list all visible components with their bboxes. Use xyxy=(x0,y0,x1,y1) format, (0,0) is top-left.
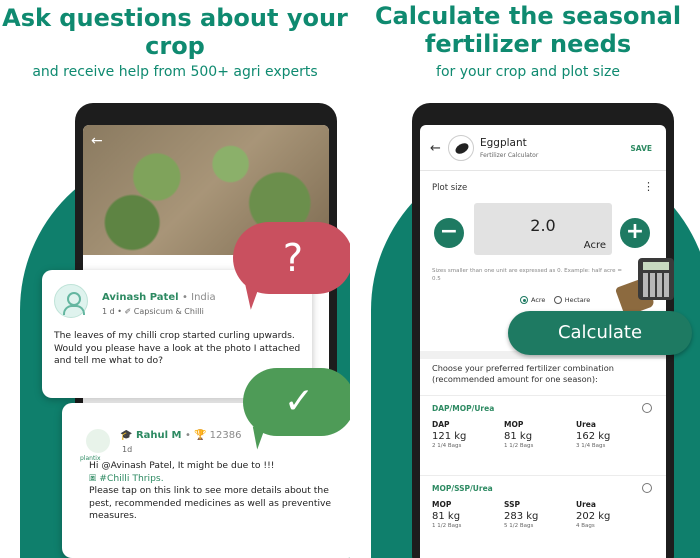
calculator-icon xyxy=(638,258,674,300)
choose-combination-text: Choose your preferred fertilizer combina… xyxy=(432,363,614,384)
hectare-radio[interactable]: Hectare xyxy=(553,296,590,304)
calculator-subtitle: Fertilizer Calculator xyxy=(480,152,539,159)
post-meta: 1 d • ✐ Capsicum & Chilli xyxy=(102,307,204,316)
plot-size-field[interactable]: 2.0 Acre xyxy=(474,203,612,255)
save-button[interactable]: SAVE xyxy=(630,144,652,153)
plot-size-value: 2.0 xyxy=(530,216,556,235)
graduation-cap-icon: 🎓 xyxy=(120,430,133,441)
unit-selector: Acre Hectare xyxy=(520,296,590,304)
plantix-logo xyxy=(86,429,110,453)
combo-title: DAP/MOP/Urea xyxy=(432,404,495,413)
crop-name: Eggplant xyxy=(480,137,527,149)
combo-option[interactable]: DAP/MOP/Urea DAP 121 kg 2 1/4 Bags MOP 8… xyxy=(420,395,666,465)
fertilizer-item: SSP 283 kg 5 1/2 Bags xyxy=(504,500,539,529)
right-subheadline: for your crop and plot size xyxy=(436,64,620,80)
back-arrow-icon[interactable]: ← xyxy=(430,141,441,156)
post-author[interactable]: Avinash Patel xyxy=(102,292,179,303)
right-headline: Calculate the seasonal fertilizer needs xyxy=(374,2,682,58)
reply-age: 1d xyxy=(122,445,133,454)
reply-author[interactable]: Rahul M xyxy=(136,430,182,441)
size-hint: Sizes smaller than one unit are expresse… xyxy=(432,268,622,282)
plot-size-label: Plot size xyxy=(432,183,468,193)
fertilizer-item: Urea 202 kg 4 Bags xyxy=(576,500,611,529)
combo-option[interactable]: MOP/SSP/Urea MOP 81 kg 1 1/2 Bags SSP 28… xyxy=(420,475,666,545)
radio-empty-icon xyxy=(553,296,562,304)
reply-points: • 🏆 12386 xyxy=(184,430,242,441)
left-subheadline: and receive help from 500+ agri experts xyxy=(32,64,318,80)
combo-radio[interactable] xyxy=(642,483,652,493)
question-bubble: ? xyxy=(233,222,350,294)
more-options-icon[interactable]: ⋮ xyxy=(643,180,654,193)
fertilizer-item: DAP 121 kg 2 1/4 Bags xyxy=(432,420,467,449)
avatar xyxy=(54,284,88,318)
radio-selected-icon xyxy=(520,296,528,304)
increase-button[interactable]: + xyxy=(620,218,650,248)
right-promo-panel: Calculate the seasonal fertilizer needs … xyxy=(356,0,700,558)
decrease-button[interactable]: − xyxy=(434,218,464,248)
app-bar: ← Eggplant Fertilizer Calculator SAVE xyxy=(420,125,666,171)
left-headline: Ask questions about your crop xyxy=(2,4,348,60)
check-bubble: ✓ xyxy=(243,368,350,436)
pest-tag-link[interactable]: 🞖 #Chilli Thrips. xyxy=(89,473,350,486)
reply-text: Please tap on this link to see more deta… xyxy=(89,485,332,521)
back-arrow-icon[interactable]: ← xyxy=(91,133,103,149)
fertilizer-item: MOP 81 kg 1 1/2 Bags xyxy=(432,500,462,529)
fertilizer-item: Urea 162 kg 3 1/4 Bags xyxy=(576,420,611,449)
calculate-button[interactable]: Calculate xyxy=(508,311,692,355)
post-text: The leaves of my chilli crop started cur… xyxy=(54,330,301,366)
plot-size-unit: Acre xyxy=(583,240,606,251)
post-location: • India xyxy=(182,292,216,303)
acre-radio[interactable]: Acre xyxy=(520,296,545,304)
eggplant-icon xyxy=(448,135,474,161)
reply-body: Hi @Avinash Patel, It might be due to !!… xyxy=(89,460,350,523)
reply-line1: Hi @Avinash Patel, It might be due to !!… xyxy=(89,460,275,471)
combo-title: MOP/SSP/Urea xyxy=(432,484,493,493)
left-promo-panel: Ask questions about your crop and receiv… xyxy=(0,0,350,558)
fertilizer-item: MOP 81 kg 1 1/2 Bags xyxy=(504,420,534,449)
combo-radio[interactable] xyxy=(642,403,652,413)
